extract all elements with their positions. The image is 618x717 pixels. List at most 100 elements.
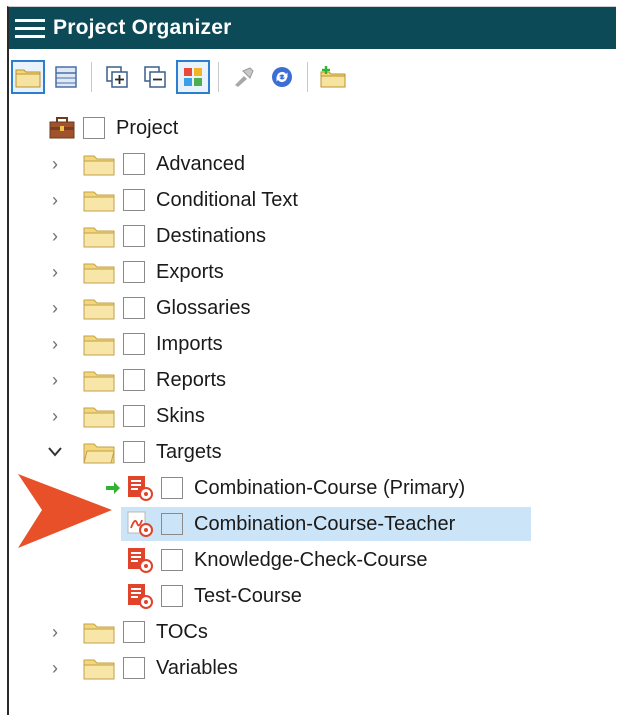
tree-item-label: Imports — [156, 332, 223, 355]
tree-item-label: Targets — [156, 440, 222, 463]
chevron-right-icon[interactable]: › — [45, 658, 65, 678]
folder-view-icon — [15, 69, 41, 88]
target-item-combination-course[interactable]: Combination-Course (Primary) — [105, 471, 465, 505]
target-label: Test-Course — [194, 584, 302, 607]
tree-item-tocs[interactable]: › TOCs — [45, 615, 208, 649]
chevron-right-icon[interactable]: › — [45, 370, 65, 390]
toolbar — [9, 49, 616, 105]
tree-item-reports[interactable]: › Reports — [45, 363, 226, 397]
menu-icon[interactable] — [15, 13, 45, 43]
panel-title-bar: Project Organizer — [9, 7, 616, 49]
item-checkbox[interactable] — [123, 657, 145, 679]
folder-icon — [83, 152, 115, 176]
target-label: Combination-Course-Teacher — [194, 512, 456, 535]
folder-icon — [83, 620, 115, 644]
tree-item-label: Skins — [156, 404, 205, 427]
folder-icon — [83, 188, 115, 212]
tree-item-exports[interactable]: › Exports — [45, 255, 224, 289]
expand-all-button[interactable] — [100, 60, 134, 94]
build-icon — [235, 67, 254, 87]
open-folder-icon — [83, 440, 115, 464]
briefcase-icon — [49, 116, 75, 140]
item-checkbox[interactable] — [161, 513, 183, 535]
tree-item-label: TOCs — [156, 620, 208, 643]
item-checkbox[interactable] — [123, 261, 145, 283]
target-item-knowledge-check-course[interactable]: Knowledge-Check-Course — [127, 543, 427, 577]
panel-title: Project Organizer — [53, 16, 232, 39]
toolbar-separator — [91, 62, 92, 92]
folder-icon — [83, 224, 115, 248]
chevron-right-icon[interactable]: › — [45, 262, 65, 282]
tree-root-project[interactable]: Project — [49, 111, 178, 145]
item-checkbox[interactable] — [123, 153, 145, 175]
pdf-target-icon — [127, 511, 153, 537]
tree-item-conditional-text[interactable]: › Conditional Text — [45, 183, 298, 217]
item-checkbox[interactable] — [161, 585, 183, 607]
new-folder-icon — [320, 66, 346, 88]
toolbar-separator — [218, 62, 219, 92]
toolbar-separator — [307, 62, 308, 92]
collapse-all-icon — [144, 66, 166, 88]
color-grid-icon — [184, 68, 202, 86]
tree-item-label: Reports — [156, 368, 227, 391]
chevron-right-icon[interactable]: › — [45, 298, 65, 318]
color-grid-button[interactable] — [176, 60, 210, 94]
item-checkbox[interactable] — [123, 189, 145, 211]
tree-item-label: Glossaries — [156, 296, 251, 319]
item-checkbox[interactable] — [123, 333, 145, 355]
folder-icon — [83, 296, 115, 320]
chevron-right-icon[interactable]: › — [45, 154, 65, 174]
chevron-right-icon[interactable]: › — [45, 406, 65, 426]
tree-item-label: Destinations — [156, 224, 267, 247]
table-view-button[interactable] — [49, 60, 83, 94]
target-label: Combination-Course (Primary) — [194, 476, 466, 499]
tree-item-glossaries[interactable]: › Glossaries — [45, 291, 250, 325]
chevron-right-icon[interactable]: › — [45, 622, 65, 642]
collapse-all-button[interactable] — [138, 60, 172, 94]
tree-item-label: Exports — [156, 260, 224, 283]
refresh-button[interactable] — [265, 60, 299, 94]
tree-item-variables[interactable]: › Variables — [45, 651, 238, 685]
tree-item-imports[interactable]: › Imports — [45, 327, 223, 361]
refresh-icon — [272, 67, 292, 87]
html5-target-icon — [127, 583, 153, 609]
tree-item-destinations[interactable]: › Destinations — [45, 219, 266, 253]
html5-target-icon — [127, 547, 153, 573]
tree-item-label: Variables — [156, 656, 238, 679]
chevron-right-icon[interactable]: › — [45, 334, 65, 354]
tree-item-targets[interactable]: Targets — [45, 435, 222, 469]
project-tree: Project › Advanced › Conditional Text › — [9, 105, 616, 715]
item-checkbox[interactable] — [123, 621, 145, 643]
project-checkbox[interactable] — [83, 117, 105, 139]
folder-view-button[interactable] — [11, 60, 45, 94]
target-item-combination-course-teacher[interactable]: Combination-Course-Teacher — [121, 507, 531, 541]
item-checkbox[interactable] — [123, 369, 145, 391]
callout-arrow-icon — [18, 474, 112, 548]
item-checkbox[interactable] — [123, 297, 145, 319]
target-item-test-course[interactable]: Test-Course — [127, 579, 302, 613]
html5-target-icon — [127, 475, 153, 501]
folder-icon — [83, 368, 115, 392]
tree-item-label: Advanced — [156, 152, 245, 175]
item-checkbox[interactable] — [161, 477, 183, 499]
tree-item-label: Conditional Text — [156, 188, 298, 211]
table-view-icon — [55, 66, 77, 88]
project-organizer-panel: Project Organizer Project › Advanced › C… — [7, 6, 616, 715]
item-checkbox[interactable] — [161, 549, 183, 571]
folder-icon — [83, 656, 115, 680]
item-checkbox[interactable] — [123, 441, 145, 463]
chevron-right-icon[interactable]: › — [45, 226, 65, 246]
item-checkbox[interactable] — [123, 405, 145, 427]
tree-item-advanced[interactable]: › Advanced — [45, 147, 245, 181]
folder-icon — [83, 404, 115, 428]
folder-icon — [83, 332, 115, 356]
chevron-right-icon[interactable]: › — [45, 190, 65, 210]
new-folder-button[interactable] — [316, 60, 350, 94]
target-label: Knowledge-Check-Course — [194, 548, 428, 571]
build-button[interactable] — [227, 60, 261, 94]
chevron-down-icon[interactable] — [45, 442, 65, 462]
tree-item-skins[interactable]: › Skins — [45, 399, 205, 433]
item-checkbox[interactable] — [123, 225, 145, 247]
folder-icon — [83, 260, 115, 284]
tree-root-label: Project — [116, 116, 179, 139]
